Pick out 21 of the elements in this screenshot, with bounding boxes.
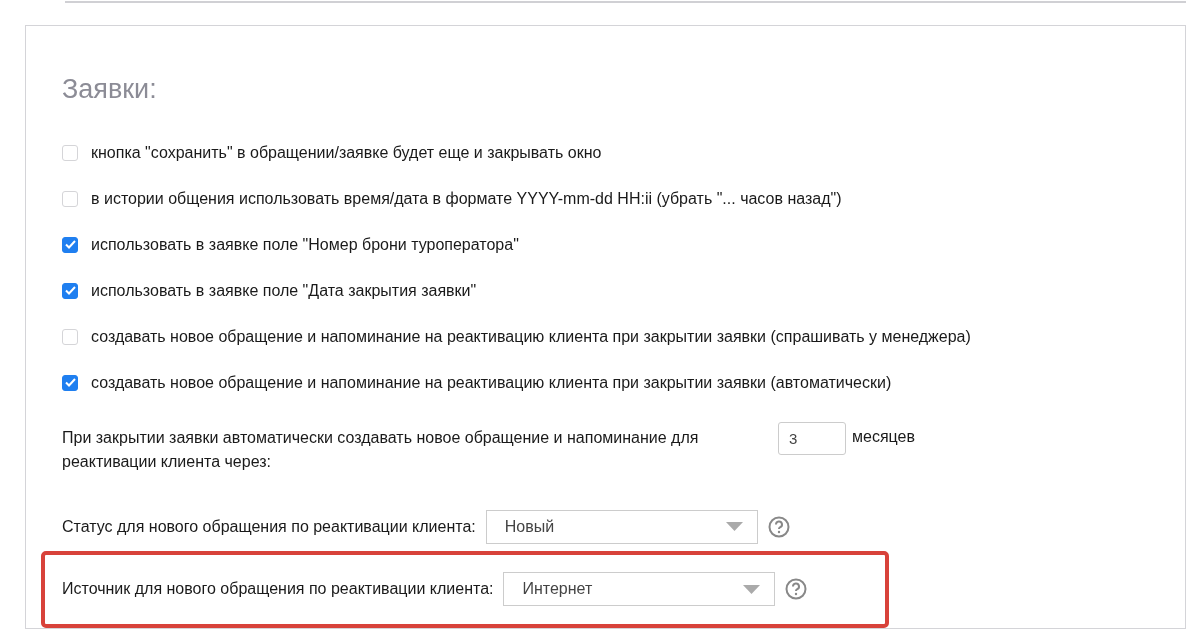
period-label: При закрытии заявки автоматически создавать новое обращение и напоминание для реактивации клиента через: bbox=[62, 427, 700, 472]
option-label: создавать новое обращение и напоминание на реактивацию клиента при закрытии заявки (спрашивать у менеджера) bbox=[91, 327, 971, 346]
months-input[interactable]: 3 bbox=[778, 421, 846, 455]
option-label: использовать в заявке поле "Дата закрытия заявки" bbox=[91, 281, 477, 300]
select-label: Статус для нового обращения по реактивации клиента: bbox=[62, 517, 476, 536]
checkbox[interactable] bbox=[62, 282, 78, 299]
option-label: в истории общения использовать время/дата в формате YYYY-mm-dd HH:ii (убрать "... часов назад") bbox=[91, 189, 842, 208]
dropdown[interactable]: Интернет bbox=[503, 572, 776, 607]
option-label: создавать новое обращение и напоминание на реактивацию клиента при закрытии заявки (автоматически) bbox=[91, 373, 892, 392]
option-label: кнопка "сохранить" в обращении/заявке будет еще и закрывать окно bbox=[91, 143, 602, 162]
dropdown[interactable]: Новый bbox=[485, 509, 758, 544]
help-icon[interactable] bbox=[767, 515, 790, 538]
help-icon[interactable] bbox=[785, 578, 808, 601]
checkbox[interactable] bbox=[62, 374, 78, 391]
option-label: использовать в заявке поле "Номер брони туроператора" bbox=[91, 235, 519, 254]
unit-label: месяцев bbox=[852, 427, 915, 446]
caret-icon bbox=[725, 522, 743, 532]
checkbox[interactable] bbox=[62, 236, 78, 253]
section-title: Заявки: bbox=[62, 74, 158, 105]
select-label: Источник для нового обращения по реактивации клиента: bbox=[62, 580, 494, 599]
caret-icon bbox=[743, 584, 761, 594]
